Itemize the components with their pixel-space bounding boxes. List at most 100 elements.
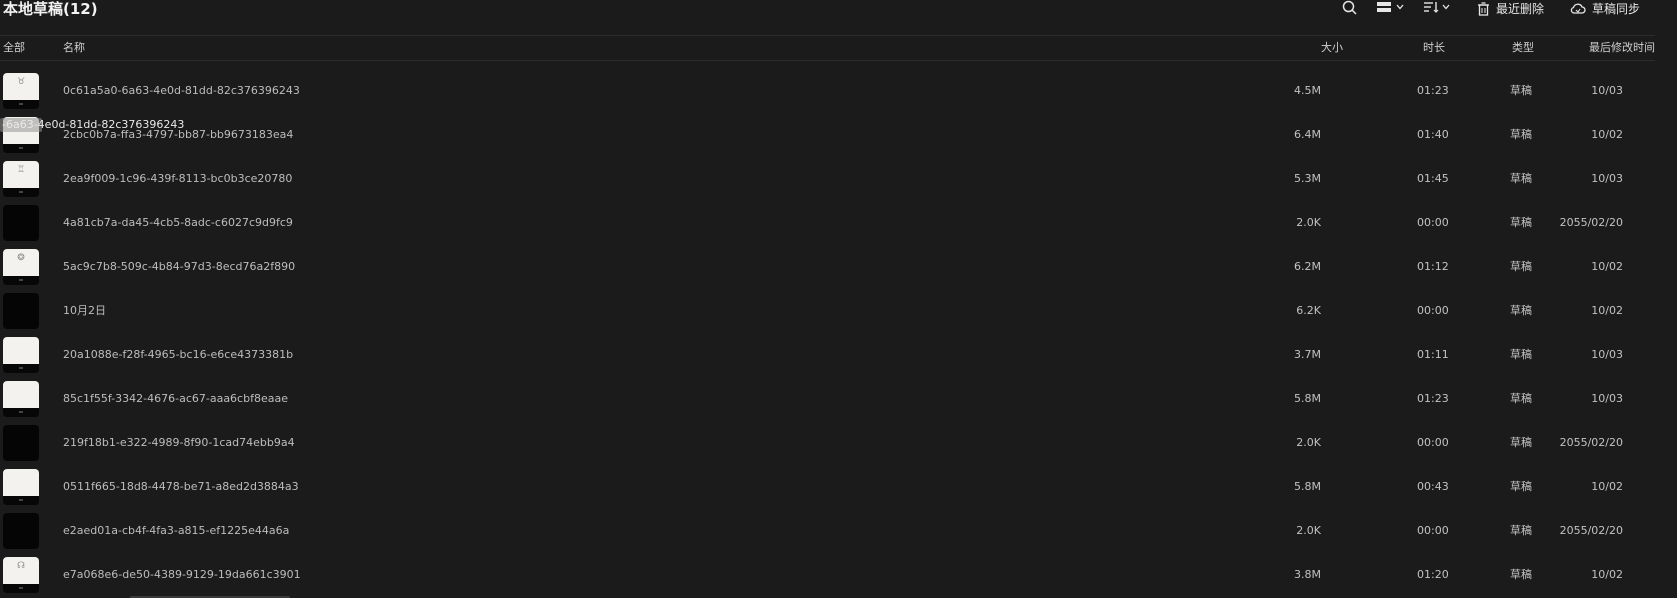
sort-icon xyxy=(1423,1,1439,13)
draft-modified: 10/03 xyxy=(1591,172,1623,185)
draft-size: 5.3M xyxy=(1294,172,1321,185)
draft-duration: 01:12 xyxy=(1417,260,1449,273)
draft-type: 草稿 xyxy=(1510,216,1532,229)
draft-thumbnail xyxy=(3,337,39,373)
draft-name: 0511f665-18d8-4478-be71-a8ed2d3884a3 xyxy=(63,480,299,493)
draft-type: 草稿 xyxy=(1510,480,1532,493)
draft-row[interactable]: 20a1088e-f28f-4965-bc16-e6ce4373381b 3.7M… xyxy=(0,337,1655,381)
drag-ghost: -6a63-4e0d-81dd-82c376396243 xyxy=(0,118,184,132)
draft-type: 草稿 xyxy=(1510,436,1532,449)
draft-name: 85c1f55f-3342-4676-ac67-aaa6cbf8eaae xyxy=(63,392,288,405)
select-all-toggle[interactable]: 全部 xyxy=(3,41,25,55)
draft-type: 草稿 xyxy=(1510,524,1532,537)
draft-modified: 10/02 xyxy=(1591,260,1623,273)
draft-type: 草稿 xyxy=(1510,348,1532,361)
draft-row[interactable]: 2cbc0b7a-ffa3-4797-bb87-bb9673183ea4 6.4M… xyxy=(0,117,1655,161)
column-name[interactable]: 名称 xyxy=(63,41,85,55)
draft-size: 2.0K xyxy=(1296,524,1321,537)
thumbnail-glyph: ☊ xyxy=(17,561,25,571)
draft-duration: 01:11 xyxy=(1417,348,1449,361)
draft-duration: 00:43 xyxy=(1417,480,1449,493)
draft-size: 6.2K xyxy=(1296,304,1321,317)
draft-duration: 01:45 xyxy=(1417,172,1449,185)
draft-thumbnail: ☊ xyxy=(3,557,39,593)
page-title: 本地草稿(12) xyxy=(3,0,98,18)
column-size[interactable]: 大小 xyxy=(1321,41,1343,55)
draft-name: 20a1088e-f28f-4965-bc16-e6ce4373381b xyxy=(63,348,294,361)
draft-duration: 00:00 xyxy=(1417,216,1449,229)
draft-name: 10月2日 xyxy=(63,304,106,317)
draft-row[interactable]: ❂ 5ac9c7b8-509c-4b84-97d3-8ecd76a2f890 6.2… xyxy=(0,249,1655,293)
draft-type: 草稿 xyxy=(1510,392,1532,405)
draft-size: 5.8M xyxy=(1294,392,1321,405)
thumbnail-glyph xyxy=(15,473,27,483)
draft-sync-label: 草稿同步 xyxy=(1592,2,1641,16)
draft-size: 6.4M xyxy=(1294,128,1321,141)
draft-name: 2ea9f009-1c96-439f-8113-bc0b3ce20780 xyxy=(63,172,293,185)
draft-modified: 10/02 xyxy=(1591,128,1623,141)
draft-size: 4.5M xyxy=(1294,84,1321,97)
draft-duration: 00:00 xyxy=(1417,304,1449,317)
thumbnail-glyph: ❂ xyxy=(17,253,25,263)
search-icon xyxy=(1342,0,1357,15)
recent-delete-button[interactable]: 最近删除 xyxy=(1477,0,1544,17)
cloud-sync-icon xyxy=(1570,2,1586,15)
draft-thumbnail xyxy=(3,205,39,241)
chevron-down-icon xyxy=(1442,4,1450,10)
draft-row[interactable]: 85c1f55f-3342-4676-ac67-aaa6cbf8eaae 5.8M… xyxy=(0,381,1655,425)
draft-modified: 10/02 xyxy=(1591,480,1623,493)
header-divider xyxy=(0,35,1655,36)
draft-type: 草稿 xyxy=(1510,568,1532,581)
draft-row[interactable]: 219f18b1-e322-4989-8f90-1cad74ebb9a4 2.0K… xyxy=(0,425,1655,469)
draft-row[interactable]: 4a81cb7a-da45-4cb5-8adc-c6027c9d9fc9 2.0K… xyxy=(0,205,1655,249)
thumbnail-glyph xyxy=(15,341,27,351)
layout-view-icon xyxy=(1376,1,1392,13)
draft-row[interactable]: 10月2日 6.2K 00:00 草稿 10/02 xyxy=(0,293,1655,337)
draft-duration: 01:23 xyxy=(1417,392,1449,405)
draft-size: 3.7M xyxy=(1294,348,1321,361)
chevron-down-icon xyxy=(1396,4,1404,10)
layout-view-button[interactable] xyxy=(1376,1,1404,13)
draft-modified: 10/02 xyxy=(1591,568,1623,581)
draft-row[interactable]: ♖ 2ea9f009-1c96-439f-8113-bc0b3ce20780 5.3… xyxy=(0,161,1655,205)
draft-thumbnail xyxy=(3,381,39,417)
draft-size: 2.0K xyxy=(1296,216,1321,229)
draft-row[interactable]: e2aed01a-cb4f-4fa3-a815-ef1225e44a6a 2.0K… xyxy=(0,513,1655,557)
draft-thumbnail xyxy=(3,425,39,461)
draft-duration: 01:20 xyxy=(1417,568,1449,581)
draft-duration: 01:40 xyxy=(1417,128,1449,141)
draft-row[interactable]: 0511f665-18d8-4478-be71-a8ed2d3884a3 5.8M… xyxy=(0,469,1655,513)
draft-name: e7a068e6-de50-4389-9129-19da661c3901 xyxy=(63,568,301,581)
draft-thumbnail: ❂ xyxy=(3,249,39,285)
draft-sync-button[interactable]: 草稿同步 xyxy=(1570,0,1640,17)
draft-name: 4a81cb7a-da45-4cb5-8adc-c6027c9d9fc9 xyxy=(63,216,293,229)
draft-size: 6.2M xyxy=(1294,260,1321,273)
draft-row[interactable]: ☊ e7a068e6-de50-4389-9129-19da661c3901 3.8… xyxy=(0,557,1655,598)
draft-name: 5ac9c7b8-509c-4b84-97d3-8ecd76a2f890 xyxy=(63,260,296,273)
draft-thumbnail: ♉ xyxy=(3,73,39,109)
column-divider xyxy=(0,60,1655,61)
draft-row[interactable]: ♉ 0c61a5a0-6a63-4e0d-81dd-82c376396243 4.5… xyxy=(0,73,1655,117)
thumbnail-glyph xyxy=(15,385,27,395)
draft-modified: 10/03 xyxy=(1591,392,1623,405)
draft-type: 草稿 xyxy=(1510,172,1532,185)
draft-modified: 2055/02/20 xyxy=(1559,436,1623,449)
thumbnail-glyph: ♉ xyxy=(16,77,26,87)
draft-type: 草稿 xyxy=(1510,128,1532,141)
draft-thumbnail xyxy=(3,293,39,329)
draft-name: 219f18b1-e322-4989-8f90-1cad74ebb9a4 xyxy=(63,436,295,449)
search-button[interactable] xyxy=(1342,0,1357,15)
draft-thumbnail xyxy=(3,469,39,505)
column-modified[interactable]: 最后修改时间 xyxy=(1589,41,1655,55)
draft-size: 5.8M xyxy=(1294,480,1321,493)
draft-size: 3.8M xyxy=(1294,568,1321,581)
draft-name: e2aed01a-cb4f-4fa3-a815-ef1225e44a6a xyxy=(63,524,290,537)
draft-duration: 00:00 xyxy=(1417,436,1449,449)
draft-modified: 10/03 xyxy=(1591,348,1623,361)
draft-type: 草稿 xyxy=(1510,304,1532,317)
sort-button[interactable] xyxy=(1423,1,1450,13)
draft-name: 0c61a5a0-6a63-4e0d-81dd-82c376396243 xyxy=(63,84,300,97)
column-type[interactable]: 类型 xyxy=(1512,41,1534,55)
draft-modified: 10/03 xyxy=(1591,84,1623,97)
column-duration[interactable]: 时长 xyxy=(1423,41,1445,55)
